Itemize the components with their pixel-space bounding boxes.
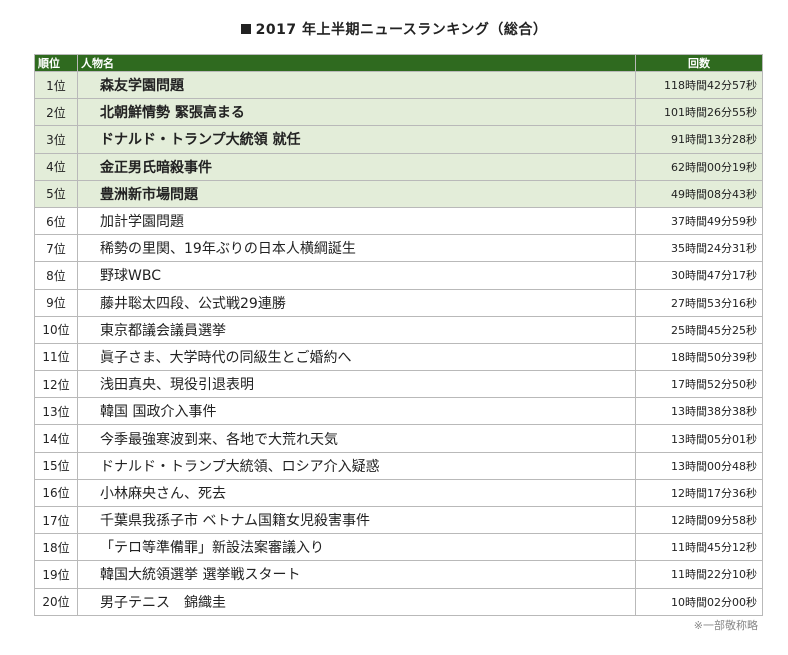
airtime-cell: 11時間45分12秒: [635, 533, 763, 562]
table-row: 17位 千葉県我孫子市 ベトナム国籍女児殺害事件 12時間09分58秒: [34, 505, 763, 535]
news-title-cell: 男子テニス 錦織圭: [77, 587, 636, 616]
table-row: 4位 金正男氏暗殺事件 62時間00分19秒: [34, 152, 763, 181]
header-rank: 順位: [34, 54, 78, 72]
airtime-cell: 35時間24分31秒: [635, 234, 763, 263]
page-title: 2017 年上半期ニュースランキング（総合）: [0, 19, 788, 39]
airtime-cell: 10時間02分00秒: [635, 587, 763, 616]
rank-cell: 17位: [34, 505, 78, 535]
page-title-text: 2017 年上半期ニュースランキング（総合）: [255, 22, 548, 38]
airtime-cell: 11時間22分10秒: [635, 560, 763, 589]
airtime-cell: 13時間00分48秒: [635, 451, 763, 480]
news-title-cell: 稀勢の里関、19年ぶりの日本人横綱誕生: [77, 234, 636, 263]
table-row: 20位 男子テニス 錦織圭 10時間02分00秒: [34, 587, 763, 616]
rank-cell: 10位: [34, 315, 78, 344]
airtime-cell: 91時間13分28秒: [635, 125, 763, 154]
airtime-cell: 101時間26分55秒: [635, 98, 763, 127]
airtime-cell: 30時間47分17秒: [635, 261, 763, 290]
table-row: 18位 「テロ等準備罪」新設法案審議入り 11時間45分12秒: [34, 533, 763, 562]
airtime-cell: 12時間17分36秒: [635, 478, 763, 508]
table-row: 6位 加計学園問題 37時間49分59秒: [34, 206, 763, 236]
rank-cell: 4位: [34, 152, 78, 181]
ranking-table: 順位 人物名 回数 1位 森友学園問題 118時間42分57秒 2位 北朝鮮情勢 緊張高…: [34, 54, 763, 616]
airtime-cell: 25時間45分25秒: [635, 315, 763, 344]
rank-cell: 3位: [34, 125, 78, 154]
table-row: 5位 豊洲新市場問題 49時間08分43秒: [34, 179, 763, 208]
news-title-cell: 金正男氏暗殺事件: [77, 152, 636, 181]
table-row: 9位 藤井聡太四段、公式戦29連勝 27時間53分16秒: [34, 288, 763, 317]
news-title-cell: 韓国 国政介入事件: [77, 397, 636, 426]
table-row: 2位 北朝鮮情勢 緊張高まる 101時間26分55秒: [34, 98, 763, 127]
airtime-cell: 49時間08分43秒: [635, 179, 763, 208]
news-title-cell: 森友学園問題: [77, 70, 636, 100]
rank-cell: 11位: [34, 342, 78, 372]
rank-cell: 2位: [34, 98, 78, 127]
rank-cell: 14位: [34, 424, 78, 453]
rank-cell: 20位: [34, 587, 78, 616]
rank-cell: 13位: [34, 397, 78, 426]
rank-cell: 19位: [34, 560, 78, 589]
news-title-cell: 小林麻央さん、死去: [77, 478, 636, 508]
square-bullet-icon: [240, 24, 251, 34]
airtime-cell: 12時間09分58秒: [635, 505, 763, 535]
airtime-cell: 118時間42分57秒: [635, 70, 763, 100]
rank-cell: 15位: [34, 451, 78, 480]
news-title-cell: 韓国大統領選挙 選挙戦スタート: [77, 560, 636, 589]
news-title-cell: ドナルド・トランプ大統領、ロシア介入疑惑: [77, 451, 636, 480]
rank-cell: 1位: [34, 70, 78, 100]
rank-cell: 8位: [34, 261, 78, 290]
news-title-cell: 今季最強寒波到来、各地で大荒れ天気: [77, 424, 636, 453]
airtime-cell: 13時間05分01秒: [635, 424, 763, 453]
news-title-cell: 豊洲新市場問題: [77, 179, 636, 208]
airtime-cell: 13時間38分38秒: [635, 397, 763, 426]
airtime-cell: 27時間53分16秒: [635, 288, 763, 317]
footnote: ※一部敬称略: [693, 619, 758, 632]
rank-cell: 6位: [34, 206, 78, 236]
news-title-cell: ドナルド・トランプ大統領 就任: [77, 125, 636, 154]
airtime-cell: 18時間50分39秒: [635, 342, 763, 372]
news-title-cell: 「テロ等準備罪」新設法案審議入り: [77, 533, 636, 562]
news-title-cell: 藤井聡太四段、公式戦29連勝: [77, 288, 636, 317]
airtime-cell: 17時間52分50秒: [635, 370, 763, 399]
airtime-cell: 37時間49分59秒: [635, 206, 763, 236]
table-row: 8位 野球WBC 30時間47分17秒: [34, 261, 763, 290]
table-row: 1位 森友学園問題 118時間42分57秒: [34, 70, 763, 100]
header-count: 回数: [635, 54, 763, 72]
table-row: 3位 ドナルド・トランプ大統領 就任 91時間13分28秒: [34, 125, 763, 154]
table-body: 1位 森友学園問題 118時間42分57秒 2位 北朝鮮情勢 緊張高まる 101時間26分…: [34, 70, 763, 616]
rank-cell: 12位: [34, 370, 78, 399]
table-row: 19位 韓国大統領選挙 選挙戦スタート 11時間22分10秒: [34, 560, 763, 589]
rank-cell: 5位: [34, 179, 78, 208]
news-title-cell: 浅田真央、現役引退表明: [77, 370, 636, 399]
rank-cell: 18位: [34, 533, 78, 562]
table-row: 12位 浅田真央、現役引退表明 17時間52分50秒: [34, 370, 763, 399]
table-row: 11位 眞子さま、大学時代の同級生とご婚約へ 18時間50分39秒: [34, 342, 763, 372]
news-title-cell: 野球WBC: [77, 261, 636, 290]
table-row: 15位 ドナルド・トランプ大統領、ロシア介入疑惑 13時間00分48秒: [34, 451, 763, 480]
table-row: 10位 東京都議会議員選挙 25時間45分25秒: [34, 315, 763, 344]
table-row: 14位 今季最強寒波到来、各地で大荒れ天気 13時間05分01秒: [34, 424, 763, 453]
rank-cell: 9位: [34, 288, 78, 317]
news-title-cell: 千葉県我孫子市 ベトナム国籍女児殺害事件: [77, 505, 636, 535]
table-row: 7位 稀勢の里関、19年ぶりの日本人横綱誕生 35時間24分31秒: [34, 234, 763, 263]
news-title-cell: 東京都議会議員選挙: [77, 315, 636, 344]
news-title-cell: 加計学園問題: [77, 206, 636, 236]
news-title-cell: 北朝鮮情勢 緊張高まる: [77, 98, 636, 127]
news-title-cell: 眞子さま、大学時代の同級生とご婚約へ: [77, 342, 636, 372]
rank-cell: 7位: [34, 234, 78, 263]
table-row: 13位 韓国 国政介入事件 13時間38分38秒: [34, 397, 763, 426]
airtime-cell: 62時間00分19秒: [635, 152, 763, 181]
table-header-row: 順位 人物名 回数: [34, 54, 763, 72]
table-row: 16位 小林麻央さん、死去 12時間17分36秒: [34, 478, 763, 508]
header-name: 人物名: [77, 54, 636, 72]
rank-cell: 16位: [34, 478, 78, 508]
